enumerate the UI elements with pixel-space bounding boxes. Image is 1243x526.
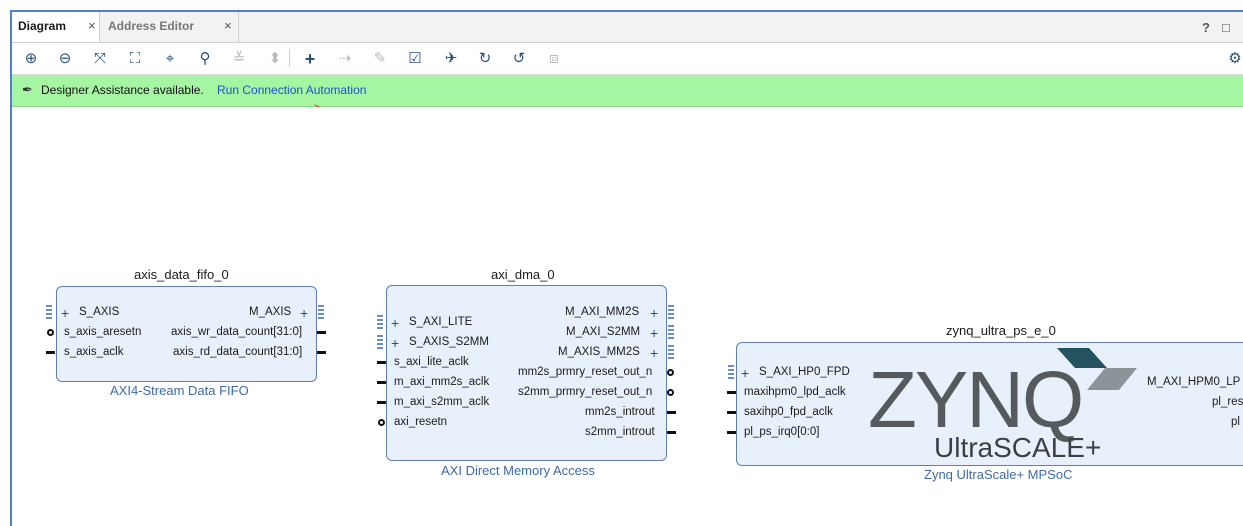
port-s-axi-hp0-fpd[interactable]: S_AXI_HP0_FPD bbox=[759, 366, 850, 378]
block-subtitle-fifo: AXI4-Stream Data FIFO bbox=[110, 383, 249, 398]
active-low-pin-icon bbox=[667, 369, 674, 376]
block-subtitle-zynq: Zynq UltraScale+ MPSoC bbox=[924, 467, 1073, 482]
block-name-zynq: zynq_ultra_ps_e_0 bbox=[946, 323, 1056, 338]
port-mm2s-introut[interactable]: mm2s_introut bbox=[585, 406, 655, 418]
help-icon[interactable]: ? bbox=[1202, 20, 1210, 35]
center-icon[interactable]: ⌖ bbox=[159, 48, 181, 70]
pin-stub bbox=[727, 431, 736, 434]
pin-stub bbox=[667, 411, 676, 414]
collapse-all-icon[interactable]: ≚ bbox=[228, 48, 250, 70]
gear-icon[interactable]: ⚙ bbox=[1224, 48, 1243, 70]
port-pl-clk[interactable]: pl bbox=[1231, 416, 1240, 428]
expand-icon[interactable]: + bbox=[741, 366, 749, 380]
port-s-axis-aresetn[interactable]: s_axis_aresetn bbox=[64, 326, 141, 338]
pin-stub bbox=[377, 361, 386, 364]
port-saxihp0-fpd-aclk[interactable]: saxihp0_fpd_aclk bbox=[744, 406, 833, 418]
tab-diagram-label: Diagram bbox=[18, 19, 67, 33]
pin-stub bbox=[667, 431, 676, 434]
port-axis-rd-data-count[interactable]: axis_rd_data_count[31:0] bbox=[173, 346, 302, 358]
block-name-fifo: axis_data_fifo_0 bbox=[134, 267, 229, 282]
pin-stub bbox=[317, 331, 326, 334]
bus-interface-icon bbox=[668, 345, 674, 359]
pin-stub bbox=[727, 391, 736, 394]
port-m-axi-hpm0-lpd[interactable]: M_AXI_HPM0_LP bbox=[1147, 376, 1240, 388]
expand-icon[interactable]: + bbox=[650, 346, 658, 360]
toolbar-divider bbox=[289, 49, 290, 67]
validate-design-icon[interactable]: ☑ bbox=[404, 48, 426, 70]
search-icon[interactable]: ⚲ bbox=[194, 48, 216, 70]
port-m-axis[interactable]: M_AXIS bbox=[249, 306, 291, 318]
port-mm2s-prmry-reset-out-n[interactable]: mm2s_prmry_reset_out_n bbox=[518, 366, 652, 378]
port-s2mm-prmry-reset-out-n[interactable]: s2mm_prmry_reset_out_n bbox=[518, 386, 652, 398]
port-s-axis-aclk[interactable]: s_axis_aclk bbox=[64, 346, 123, 358]
tab-address-editor[interactable]: Address Editor × bbox=[102, 12, 239, 42]
tab-diagram[interactable]: Diagram × bbox=[12, 12, 100, 42]
active-low-pin-icon bbox=[667, 389, 674, 396]
bus-interface-icon bbox=[377, 335, 383, 349]
port-s-axi-lite-aclk[interactable]: s_axi_lite_aclk bbox=[394, 356, 469, 368]
pin-icon[interactable]: ✈ bbox=[440, 48, 462, 70]
diagram-toolbar: ⊕ ⊖ ⤧ ⛶ ⌖ ⚲ ≚ ⬍ + ⇢ ✎ ☑ ✈ ↻ ↺ ⧈ ⚙ bbox=[12, 43, 1243, 75]
make-external-icon[interactable]: ⇢ bbox=[334, 48, 356, 70]
expand-icon[interactable]: + bbox=[391, 336, 399, 350]
port-s-axis[interactable]: S_AXIS bbox=[79, 306, 119, 318]
fit-selection-icon[interactable]: ⛶ bbox=[124, 48, 146, 70]
maximize-icon[interactable]: □ bbox=[1222, 20, 1230, 35]
port-m-axi-mm2s[interactable]: M_AXI_MM2S bbox=[565, 306, 639, 318]
designer-assistance-banner: ✒ Designer Assistance available. Run Con… bbox=[12, 75, 1243, 107]
pin-stub bbox=[377, 381, 386, 384]
bus-interface-icon bbox=[668, 305, 674, 319]
wrench-icon[interactable]: ✎ bbox=[369, 48, 391, 70]
port-s2mm-introut[interactable]: s2mm_introut bbox=[585, 426, 655, 438]
port-m-axis-mm2s[interactable]: M_AXIS_MM2S bbox=[558, 346, 640, 358]
assistance-message: Designer Assistance available. bbox=[41, 83, 204, 97]
port-m-axi-mm2s-aclk[interactable]: m_axi_mm2s_aclk bbox=[394, 376, 489, 388]
block-name-dma: axi_dma_0 bbox=[491, 267, 555, 282]
port-m-axi-s2mm-aclk[interactable]: m_axi_s2mm_aclk bbox=[394, 396, 489, 408]
bus-interface-icon bbox=[728, 365, 734, 379]
tab-address-editor-label: Address Editor bbox=[108, 19, 195, 33]
optimize-routing-icon[interactable]: ⧈ bbox=[543, 48, 565, 70]
zynq-logo-text: ZYNQ bbox=[868, 355, 1084, 444]
port-s-axi-lite[interactable]: S_AXI_LITE bbox=[409, 316, 472, 328]
refresh-icon[interactable]: ↻ bbox=[474, 48, 496, 70]
expand-icon[interactable]: + bbox=[650, 306, 658, 320]
active-low-pin-icon bbox=[378, 419, 385, 426]
pin-stub bbox=[727, 411, 736, 414]
pin-stub bbox=[46, 351, 55, 354]
pin-stub bbox=[317, 351, 326, 354]
block-subtitle-dma: AXI Direct Memory Access bbox=[441, 463, 595, 478]
close-icon[interactable]: × bbox=[224, 12, 232, 40]
zoom-in-icon[interactable]: ⊕ bbox=[20, 48, 42, 70]
expand-icon[interactable]: + bbox=[300, 306, 308, 320]
bus-interface-icon bbox=[46, 305, 52, 319]
expand-icon[interactable]: + bbox=[61, 306, 69, 320]
pin-icon: ✒ bbox=[22, 82, 33, 97]
tab-bar: Diagram × Address Editor × ? □ bbox=[12, 12, 1243, 43]
expand-all-icon[interactable]: ⬍ bbox=[264, 48, 286, 70]
close-icon[interactable]: × bbox=[88, 12, 96, 40]
expand-icon[interactable]: + bbox=[650, 326, 658, 340]
port-s-axis-s2mm[interactable]: S_AXIS_S2MM bbox=[409, 336, 489, 348]
port-maxihpm0-lpd-aclk[interactable]: maxihpm0_lpd_aclk bbox=[744, 386, 846, 398]
port-m-axi-s2mm[interactable]: M_AXI_S2MM bbox=[566, 326, 640, 338]
bus-interface-icon bbox=[377, 315, 383, 329]
zoom-out-icon[interactable]: ⊖ bbox=[54, 48, 76, 70]
port-pl-resetn[interactable]: pl_res bbox=[1212, 396, 1243, 408]
add-ip-icon[interactable]: + bbox=[299, 48, 321, 70]
ultrascale-logo-text: UltraSCALE+ bbox=[934, 432, 1102, 463]
port-axi-resetn[interactable]: axi_resetn bbox=[394, 416, 447, 428]
run-connection-automation-link[interactable]: Run Connection Automation bbox=[217, 83, 366, 97]
port-axis-wr-data-count[interactable]: axis_wr_data_count[31:0] bbox=[171, 326, 302, 338]
regenerate-layout-icon[interactable]: ↺ bbox=[508, 48, 530, 70]
active-low-pin-icon bbox=[47, 329, 54, 336]
bus-interface-icon bbox=[668, 325, 674, 339]
port-pl-ps-irq0[interactable]: pl_ps_irq0[0:0] bbox=[744, 426, 819, 438]
pin-stub bbox=[377, 401, 386, 404]
expand-icon[interactable]: + bbox=[391, 316, 399, 330]
bus-interface-icon bbox=[318, 305, 324, 319]
zoom-fit-icon[interactable]: ⤧ bbox=[89, 48, 111, 70]
